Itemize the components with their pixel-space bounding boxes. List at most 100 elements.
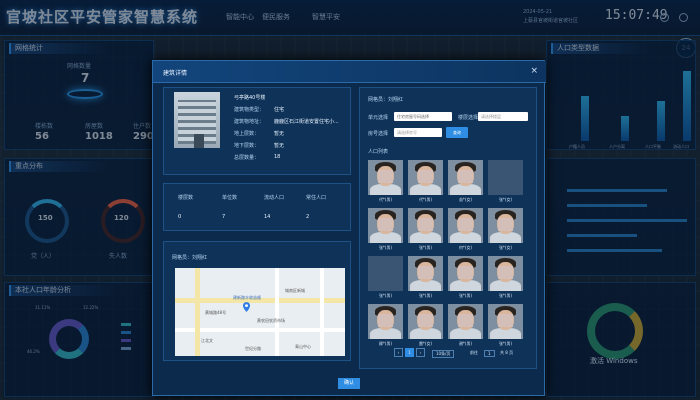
modal-title: 建筑详情 [163,70,188,77]
photo-blur [498,314,513,327]
map-label: 青山中心 [295,344,311,349]
photo-blur [418,218,433,231]
goto-page-input[interactable]: 1 [484,350,495,357]
map-pin-icon [243,302,250,312]
person-photo[interactable] [488,256,523,291]
current-page[interactable]: 1 [405,348,414,357]
field-label: 总层数量： [234,155,260,161]
field-value: 鹿鹿区石江街道安置住宅小... [274,119,339,125]
count-value: 7 [222,214,226,220]
photo-blur [378,218,393,231]
building-name: 弓亭路40号楼 [234,95,266,101]
person-name: 代*(男) [378,197,393,202]
map-label: 建新路丰收苗顺 [233,295,261,300]
unit-label: 单元选择 [368,115,389,121]
map-road [195,268,200,356]
person-name: 雷*(女) [418,341,433,346]
location-map[interactable]: 建新路丰收苗顺 黄城路48号 黄农田农资市场 城南区新城 江北文 青山中心 世纪… [175,268,345,356]
person-name: 柳*(男) [378,341,393,346]
search-button[interactable]: 查询 [446,127,468,138]
prev-page-button[interactable]: ‹ [394,348,403,357]
photo-blur [378,314,393,327]
building-door [194,134,204,148]
person-photo[interactable] [488,304,523,339]
person-name: 张*(男) [458,293,473,298]
person-name: 何*(女) [458,245,473,250]
house-select[interactable]: 请选择房号 [394,128,442,137]
field-label: 地下层数： [234,143,260,149]
person-photo[interactable] [368,256,403,291]
field-value: 暂无 [274,131,285,137]
person-photo[interactable] [488,208,523,243]
per-page-select[interactable]: 10条/页 [432,350,455,358]
photo-blur [458,266,473,279]
person-name: 张*(女) [498,197,513,202]
people-list-title: 人口列表 [368,149,389,155]
person-photo[interactable] [448,256,483,291]
photo-blur [418,266,433,279]
field-label: 建筑物类型： [234,107,265,113]
photo-blur [458,218,473,231]
unit-select[interactable]: 住宅房屋号码选择 [394,112,452,121]
close-icon[interactable]: × [530,66,538,76]
person-name: 张*(男) [418,245,433,250]
person-name: 代*(男) [418,197,433,202]
field-label: 建筑物地址： [234,119,265,125]
count-value: 0 [178,214,182,220]
person-photo[interactable] [488,160,523,195]
photo-blur [458,170,473,183]
map-label: 城南区新城 [285,288,305,293]
confirm-button[interactable]: 确认 [338,378,360,389]
building-photo [174,92,220,148]
total-pages: 共 8 页 [500,350,514,355]
floor-label: 楼层选择 [458,115,479,121]
count-header: 流动人口 [264,195,285,201]
grid-member-label: 网格员：刘翔红 [172,255,208,261]
field-value: 18 [274,154,281,160]
person-photo[interactable] [408,256,443,291]
photo-blur [418,170,433,183]
windows-watermark: 激活 Windows [590,357,638,365]
photo-blur [418,314,433,327]
person-name: 张*(男) [418,293,433,298]
field-value: 暂无 [274,143,285,149]
next-page-button[interactable]: › [416,348,425,357]
map-label: 黄农田农资市场 [257,318,285,323]
person-photo[interactable] [448,304,483,339]
photo-blur [498,218,513,231]
goto-label: 前往 [470,350,478,355]
person-name: 张*(男) [498,293,513,298]
field-label: 地上层数： [234,131,260,137]
person-photo[interactable] [368,208,403,243]
people-section: 网格员：刘翔红 单元选择 住宅房屋号码选择 楼层选择 请选择楼层 房号选择 请选… [359,87,537,369]
field-value: 住宅 [274,107,285,113]
map-road [275,268,279,356]
floor-select[interactable]: 请选择楼层 [478,112,528,121]
person-photo[interactable] [408,160,443,195]
person-name: 张*(男) [378,293,393,298]
count-header: 常住人口 [306,195,327,201]
photo-blur [498,266,513,279]
count-value: 14 [264,214,271,220]
house-label: 房号选择 [368,131,389,137]
photo-blur [458,314,473,327]
person-name: 张*(女) [498,245,513,250]
person-photo[interactable] [408,208,443,243]
person-photo[interactable] [368,160,403,195]
count-header: 单位数 [222,195,238,201]
person-photo[interactable] [448,160,483,195]
photo-blur [378,170,393,183]
map-label: 黄城路48号 [205,310,227,315]
person-name: 张*(男) [378,245,393,250]
map-label: 江北文 [201,338,213,343]
person-photo[interactable] [448,208,483,243]
person-name: 谢*(男) [458,341,473,346]
right-grid-label: 网格员：刘翔红 [368,97,404,103]
person-photo[interactable] [368,304,403,339]
building-info-section: 弓亭路40号楼 建筑物类型： 住宅 建筑物地址： 鹿鹿区石江街道安置住宅小...… [163,87,351,175]
map-road [320,268,324,356]
count-header: 楼层数 [178,195,194,201]
person-name: 张*(男) [498,341,513,346]
person-name: 苗*(女) [458,197,473,202]
person-photo[interactable] [408,304,443,339]
